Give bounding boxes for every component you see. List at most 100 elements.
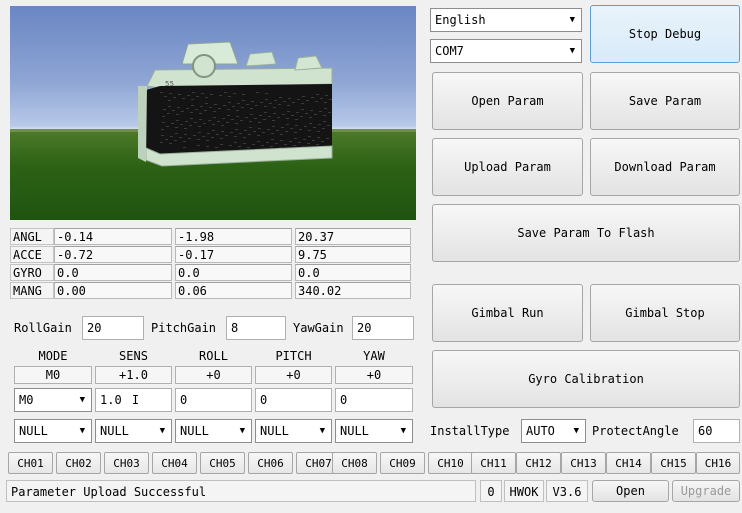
leather-texture-speck [210,94,213,95]
leather-texture-speck [259,115,262,116]
leather-texture-speck [310,110,313,111]
leather-texture-speck [162,116,165,117]
acce-z-value: 9.75 [295,246,411,263]
leather-texture-speck [196,96,199,97]
leather-texture-speck [329,99,332,100]
leather-texture-speck [178,94,181,95]
leather-texture-speck [280,140,283,141]
leather-texture-speck [294,138,297,139]
leather-texture-speck [184,128,187,129]
download-param-button[interactable]: Download Param [590,138,740,196]
leather-texture-speck [242,94,245,95]
mode-select[interactable]: M0 ▼ [14,388,92,412]
leather-texture-speck [273,113,276,114]
leather-texture-speck [296,112,299,113]
leather-texture-speck [217,121,220,122]
sens-channel-select[interactable]: NULL ▼ [95,419,172,443]
leather-texture-speck [314,114,317,115]
leather-texture-speck [220,144,223,145]
channel-button-ch04[interactable]: CH04 [152,452,197,474]
gimbal-run-button[interactable]: Gimbal Run [432,284,583,342]
roll-gain-input[interactable]: 20 [82,316,144,340]
channel-button-ch13[interactable]: CH13 [561,452,606,474]
channel-button-ch12[interactable]: CH12 [516,452,561,474]
mode-channel-select-value: NULL [19,424,48,438]
channel-button-ch06[interactable]: CH06 [248,452,293,474]
pitch-input[interactable]: 0 [255,388,332,412]
angl-x-value: -0.14 [54,228,172,245]
gimbal-stop-button[interactable]: Gimbal Stop [590,284,740,342]
yaw-channel-select[interactable]: NULL ▼ [335,419,413,443]
leather-texture-speck [248,134,251,135]
open-param-button[interactable]: Open Param [432,72,583,130]
leather-texture-speck [308,130,311,131]
leather-texture-speck [284,144,287,145]
leather-texture-speck [246,104,249,105]
roll-channel-select[interactable]: NULL ▼ [175,419,252,443]
leather-texture-speck [270,146,273,147]
stop-debug-button[interactable]: Stop Debug [590,5,740,63]
row-label-mang: MANG [10,282,54,299]
language-select[interactable]: English ▼ [430,8,582,32]
leather-texture-speck [325,95,328,96]
leather-texture-speck [224,92,227,93]
roll-input[interactable]: 0 [175,388,252,412]
protect-angle-input[interactable]: 60 [693,419,740,443]
leather-texture-speck [160,92,163,93]
channel-button-ch16[interactable]: CH16 [696,452,740,474]
channel-button-ch02[interactable]: CH02 [56,452,101,474]
save-param-to-flash-button[interactable]: Save Param To Flash [432,204,740,262]
mode-channel-select[interactable]: NULL ▼ [14,419,92,443]
leather-texture-speck [167,113,170,114]
leather-texture-speck [328,112,331,113]
open-button[interactable]: Open [592,480,669,502]
yaw-gain-input[interactable]: 20 [352,316,414,340]
yaw-input[interactable]: 0 [335,388,413,412]
upgrade-button[interactable]: Upgrade [672,480,740,502]
channel-button-ch14[interactable]: CH14 [606,452,651,474]
leather-texture-speck [256,92,259,93]
install-type-select-value: AUTO [526,424,555,438]
install-type-select[interactable]: AUTO ▼ [521,419,586,443]
chevron-down-icon: ▼ [239,426,245,436]
save-param-button[interactable]: Save Param [590,72,740,130]
channel-button-ch01[interactable]: CH01 [8,452,53,474]
leather-texture-speck [309,123,312,124]
leather-texture-speck [309,117,312,118]
upload-param-button[interactable]: Upload Param [432,138,583,196]
leather-texture-speck [275,143,278,144]
channel-button-ch11[interactable]: CH11 [471,452,516,474]
chevron-down-icon: ▼ [79,426,85,436]
port-select[interactable]: COM7 ▼ [430,39,582,63]
angl-y-value: -1.98 [175,228,292,245]
gyro-calibration-button[interactable]: Gyro Calibration [432,350,740,408]
leather-texture-speck [214,104,217,105]
leather-texture-speck [168,100,171,101]
leather-texture-speck [191,99,194,100]
leather-texture-speck [164,96,167,97]
leather-texture-speck [323,121,326,122]
leather-texture-speck [192,92,195,93]
leather-texture-speck [324,102,327,103]
leather-texture-speck [160,142,163,143]
leather-texture-speck [269,103,272,104]
leather-texture-speck [258,128,261,129]
pitch-gain-input[interactable]: 8 [226,316,286,340]
channel-button-ch08[interactable]: CH08 [332,452,377,474]
channel-button-ch10[interactable]: CH10 [428,452,473,474]
pitch-channel-select[interactable]: NULL ▼ [255,419,332,443]
channel-button-ch15[interactable]: CH15 [651,452,696,474]
leather-texture-speck [263,119,266,120]
leather-texture-speck [187,95,190,96]
leather-texture-speck [245,117,248,118]
leather-texture-speck [234,142,237,143]
leather-texture-speck [303,139,306,140]
header-pitch: PITCH [275,349,312,363]
channel-button-ch05[interactable]: CH05 [200,452,245,474]
channel-button-ch03[interactable]: CH03 [104,452,149,474]
leather-texture-speck [220,138,223,139]
channel-button-ch09[interactable]: CH09 [380,452,425,474]
leather-texture-speck [204,110,207,111]
leather-texture-speck [175,127,178,128]
sens-input[interactable]: 1.0 I [95,388,172,412]
